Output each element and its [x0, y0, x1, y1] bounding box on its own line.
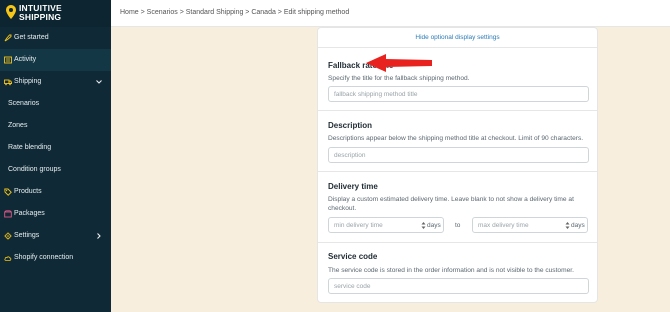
- max-delivery-time-field: days: [472, 217, 588, 233]
- service-code-help-text: The service code is stored in the order …: [328, 267, 574, 274]
- annotation-arrow-icon: [366, 54, 432, 72]
- divider: [318, 47, 597, 48]
- sidebar-item-activity[interactable]: Activity: [0, 49, 111, 71]
- min-delivery-time-input[interactable]: [329, 218, 423, 232]
- chevron-down-icon: [96, 80, 102, 84]
- sidebar-item-packages[interactable]: Packages: [0, 203, 111, 225]
- sidebar-item-label: Rate blending: [8, 144, 52, 151]
- gear-icon: [4, 232, 12, 240]
- rocket-icon: [4, 34, 12, 42]
- shipping-method-card: Hide optional display settings Fallback …: [317, 27, 598, 303]
- max-delivery-time-input[interactable]: [473, 218, 567, 232]
- delivery-time-help-text: Display a custom estimated delivery time…: [328, 196, 574, 212]
- service-code-input[interactable]: [328, 278, 589, 294]
- location-pin-icon: [6, 5, 16, 19]
- fallback-rate-title-input[interactable]: [328, 86, 589, 102]
- description-input[interactable]: [328, 147, 589, 163]
- package-icon: [4, 210, 12, 218]
- chevron-right-icon: [97, 233, 101, 239]
- delivery-time-heading: Delivery time: [328, 182, 378, 191]
- sidebar-item-rate-blending[interactable]: Rate blending: [0, 137, 111, 159]
- sidebar-nav: Get started Activity Shipping Scenarios …: [0, 27, 111, 269]
- description-heading: Description: [328, 121, 373, 130]
- sidebar-item-label: Shopify connection: [14, 254, 74, 261]
- sidebar-item-label: Get started: [14, 34, 49, 41]
- sidebar-item-label: Shipping: [14, 78, 42, 85]
- brand-logo[interactable]: INTUITIVE SHIPPING: [0, 0, 111, 27]
- tag-icon: [4, 188, 12, 196]
- truck-icon: [4, 79, 12, 86]
- sidebar-item-scenarios[interactable]: Scenarios: [0, 93, 111, 115]
- divider: [318, 242, 597, 243]
- sidebar-item-get-started[interactable]: Get started: [0, 27, 111, 49]
- sidebar-item-settings[interactable]: Settings: [0, 225, 111, 247]
- sidebar-item-products[interactable]: Products: [0, 181, 111, 203]
- sidebar-item-shipping[interactable]: Shipping: [0, 71, 111, 93]
- sidebar-item-label: Products: [14, 188, 42, 195]
- sidebar: INTUITIVE SHIPPING Get started Activity …: [0, 0, 111, 312]
- sidebar-item-condition-groups[interactable]: Condition groups: [0, 159, 111, 181]
- hide-optional-settings-link[interactable]: Hide optional display settings: [318, 34, 597, 41]
- divider: [318, 171, 597, 172]
- activity-icon: [4, 56, 12, 64]
- number-stepper-icon[interactable]: [421, 221, 426, 230]
- top-header: Home > Scenarios > Standard Shipping > C…: [111, 0, 670, 27]
- brand-name: INTUITIVE SHIPPING: [19, 4, 62, 22]
- sidebar-item-label: Activity: [14, 56, 37, 63]
- sidebar-item-label: Condition groups: [8, 166, 61, 173]
- brand-line-2: SHIPPING: [19, 12, 62, 22]
- description-help-text: Descriptions appear below the shipping m…: [328, 135, 584, 142]
- sidebar-item-label: Scenarios: [8, 100, 40, 107]
- breadcrumb[interactable]: Home > Scenarios > Standard Shipping > C…: [120, 9, 349, 16]
- divider: [318, 110, 597, 111]
- sidebar-item-label: Packages: [14, 210, 45, 217]
- sidebar-item-label: Zones: [8, 122, 28, 129]
- number-stepper-icon[interactable]: [565, 221, 570, 230]
- service-code-heading: Service code: [328, 252, 378, 261]
- min-delivery-unit: days: [427, 222, 441, 229]
- cloud-icon: [4, 256, 12, 261]
- sidebar-item-zones[interactable]: Zones: [0, 115, 111, 137]
- fallback-rate-description: Specify the title for the fallback shipp…: [328, 75, 470, 82]
- delivery-range-separator: to: [455, 222, 461, 229]
- min-delivery-time-field: days: [328, 217, 444, 233]
- sidebar-item-shopify-connection[interactable]: Shopify connection: [0, 247, 111, 269]
- max-delivery-unit: days: [571, 222, 585, 229]
- sidebar-item-label: Settings: [14, 232, 40, 239]
